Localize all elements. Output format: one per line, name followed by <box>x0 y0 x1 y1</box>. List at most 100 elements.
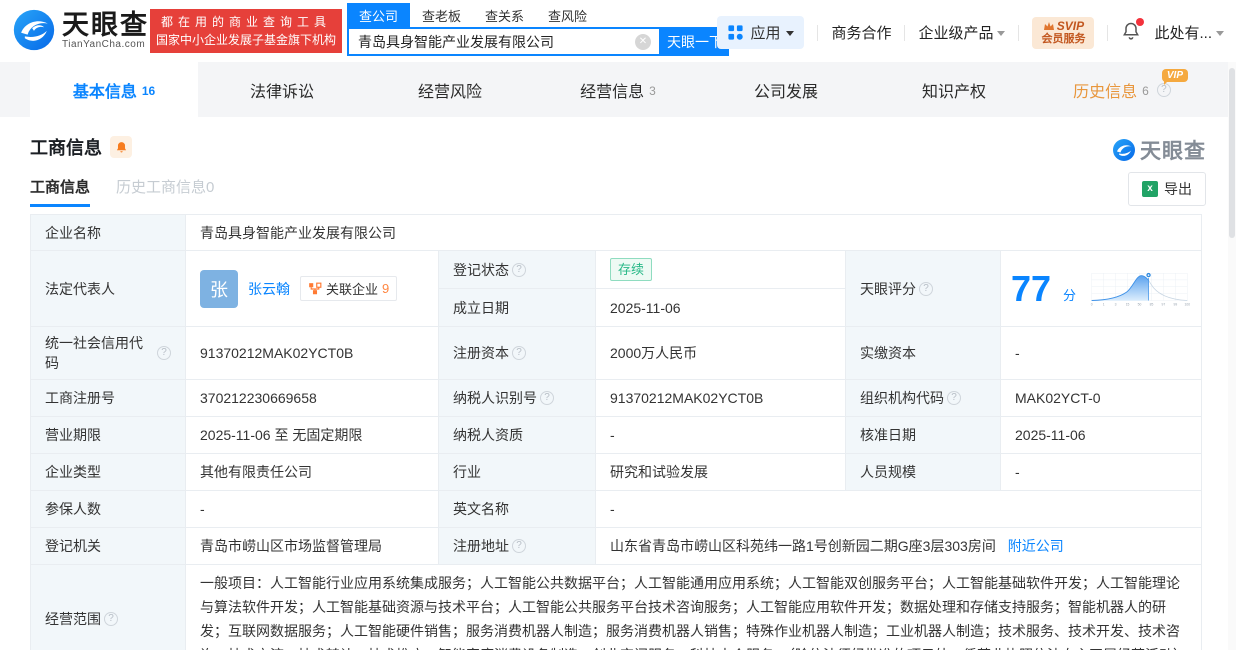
field-label-legal-representative: 法定代表人 <box>31 251 186 327</box>
help-icon[interactable]: ? <box>104 612 118 626</box>
tab-history-info[interactable]: 历史信息 6 ? VIP <box>1038 62 1206 117</box>
tab-intellectual-property[interactable]: 知识产权 <box>870 62 1038 117</box>
watermark-title: 天眼查 <box>1140 135 1206 165</box>
search-tabs: 查公司 查老板 查关系 查风险 <box>347 4 729 27</box>
svg-text:15: 15 <box>1126 302 1130 306</box>
help-icon[interactable]: ? <box>540 391 554 405</box>
field-label-registration-number: 工商注册号 <box>31 380 186 417</box>
help-icon[interactable]: ? <box>947 391 961 405</box>
tab-label: 法律诉讼 <box>250 78 314 102</box>
help-icon[interactable]: ? <box>512 346 526 360</box>
brand-title: 天眼查 <box>62 11 149 39</box>
field-value-organization-code: MAK02YCT-0 <box>1001 380 1202 417</box>
apps-grid-icon <box>727 24 744 41</box>
tab-company-development[interactable]: 公司发展 <box>702 62 870 117</box>
help-icon[interactable]: ? <box>512 263 526 277</box>
search-tab-risk[interactable]: 查风险 <box>536 3 599 28</box>
export-label: 导出 <box>1164 179 1192 199</box>
enterprise-products-menu[interactable]: 企业级产品 <box>918 22 1005 43</box>
field-value-staff-size: - <box>1001 454 1202 491</box>
field-label-insured-count: 参保人数 <box>31 491 186 528</box>
score-value: 77 <box>1011 271 1051 307</box>
tab-label: 经营风险 <box>418 78 482 102</box>
search-tab-company[interactable]: 查公司 <box>347 3 410 28</box>
avatar[interactable]: 张 <box>200 270 238 308</box>
table-row: 经营范围? 一般项目：人工智能行业应用系统集成服务；人工智能公共数据平台；人工智… <box>31 565 1202 650</box>
tab-business-info[interactable]: 经营信息 3 <box>534 62 702 117</box>
divider <box>904 25 905 41</box>
notification-bell-icon[interactable] <box>1121 21 1141 45</box>
apps-menu[interactable]: 应用 <box>717 16 804 49</box>
field-label-company-type: 企业类型 <box>31 454 186 491</box>
table-row: 登记机关 青岛市崂山区市场监督管理局 注册地址? 山东省青岛市崂山区科苑纬一路1… <box>31 528 1202 565</box>
table-row: 工商注册号 370212230669658 纳税人识别号? 91370212MA… <box>31 380 1202 417</box>
field-value-legal-representative: 张 张云翰 关联企业 9 <box>186 251 439 327</box>
top-menu: 应用 商务合作 企业级产品 SVIP 会员服务 <box>717 16 1224 49</box>
field-value-taxpayer-id: 91370212MAK02YCT0B <box>596 380 846 417</box>
svg-text:3: 3 <box>1115 302 1117 306</box>
divider <box>1018 25 1019 41</box>
field-label-industry: 行业 <box>439 454 596 491</box>
tab-operational-risk[interactable]: 经营风险 <box>366 62 534 117</box>
field-label-registered-address: 注册地址? <box>439 528 596 565</box>
field-value-taxpayer-qualification: - <box>596 417 846 454</box>
field-label-establishment-date: 成立日期 <box>439 289 596 327</box>
business-cooperation-link[interactable]: 商务合作 <box>831 22 891 43</box>
search-tab-relation[interactable]: 查关系 <box>473 3 536 28</box>
export-button[interactable]: x 导出 <box>1128 172 1206 206</box>
subtab-business-registration[interactable]: 工商信息 <box>30 176 90 207</box>
field-label-registration-status: 登记状态? <box>439 251 596 289</box>
chevron-down-icon <box>997 31 1005 36</box>
slogan-line2: 国家中小企业发展子基金旗下机构 <box>156 31 336 49</box>
search-box: ✕ <box>347 27 661 56</box>
subtab-history-registration[interactable]: 历史工商信息0 <box>116 176 214 207</box>
help-icon[interactable]: ? <box>157 346 171 360</box>
nearby-companies-link[interactable]: 附近公司 <box>1008 538 1064 554</box>
help-icon[interactable]: ? <box>512 539 526 553</box>
field-value-credit-code: 91370212MAK02YCT0B <box>186 327 439 380</box>
search-area: 查公司 查老板 查关系 查风险 ✕ 天眼一下 <box>347 4 729 56</box>
brand-logo-icon <box>12 8 56 52</box>
related-count: 9 <box>382 281 389 296</box>
field-value-registration-status: 存续 <box>596 251 846 289</box>
business-info-table: 企业名称 青岛具身智能产业发展有限公司 法定代表人 张 张云翰 <box>30 214 1202 650</box>
svg-text:99: 99 <box>1174 302 1178 306</box>
brand-logo[interactable]: 天眼查 TianYanCha.com <box>12 8 149 52</box>
monitor-bell-icon[interactable] <box>110 136 132 158</box>
tab-legal-proceedings[interactable]: 法律诉讼 <box>198 62 366 117</box>
slogan-line1: 都在用的商业查询工具 <box>161 13 331 31</box>
table-row: 企业名称 青岛具身智能产业发展有限公司 <box>31 215 1202 251</box>
brand-domain: TianYanCha.com <box>62 39 149 50</box>
svip-membership-button[interactable]: SVIP 会员服务 <box>1032 17 1094 49</box>
field-value-registration-authority: 青岛市崂山区市场监督管理局 <box>186 528 439 565</box>
tab-count: 16 <box>142 84 155 98</box>
tab-count: 6 <box>1142 84 1149 98</box>
table-row: 统一社会信用代码? 91370212MAK02YCT0B 注册资本? 2000万… <box>31 327 1202 380</box>
svg-text:0: 0 <box>1091 302 1093 306</box>
scrollbar-thumb[interactable] <box>1229 68 1235 238</box>
field-value-insured-count: - <box>186 491 439 528</box>
help-icon[interactable]: ? <box>919 282 933 296</box>
related-companies-badge[interactable]: 关联企业 9 <box>300 276 397 301</box>
slogan-badge: 都在用的商业查询工具 国家中小企业发展子基金旗下机构 <box>150 9 342 53</box>
field-value-approval-date: 2025-11-06 <box>1001 417 1202 454</box>
excel-icon: x <box>1142 181 1158 197</box>
table-row: 法定代表人 张 张云翰 关联企业 <box>31 251 1202 289</box>
tab-count: 3 <box>649 84 656 98</box>
search-input[interactable] <box>349 29 659 54</box>
tab-label: 经营信息 <box>580 78 644 102</box>
clear-search-icon[interactable]: ✕ <box>635 34 651 50</box>
field-label-paid-in-capital: 实缴资本 <box>846 327 1001 380</box>
field-label-business-scope: 经营范围? <box>31 565 186 650</box>
divider <box>1107 25 1108 41</box>
crown-icon <box>1043 21 1055 31</box>
legal-rep-link[interactable]: 张云翰 <box>248 279 290 299</box>
divider <box>817 25 818 41</box>
table-row: 参保人数 - 英文名称 - <box>31 491 1202 528</box>
svip-label: SVIP <box>1057 20 1084 33</box>
tab-basic-info[interactable]: 基本信息 16 <box>30 62 198 117</box>
search-tab-boss[interactable]: 查老板 <box>410 3 473 28</box>
field-value-company-name: 青岛具身智能产业发展有限公司 <box>186 215 1202 251</box>
user-menu[interactable]: 此处有... <box>1154 22 1224 43</box>
field-value-business-term: 2025-11-06 至 无固定期限 <box>186 417 439 454</box>
